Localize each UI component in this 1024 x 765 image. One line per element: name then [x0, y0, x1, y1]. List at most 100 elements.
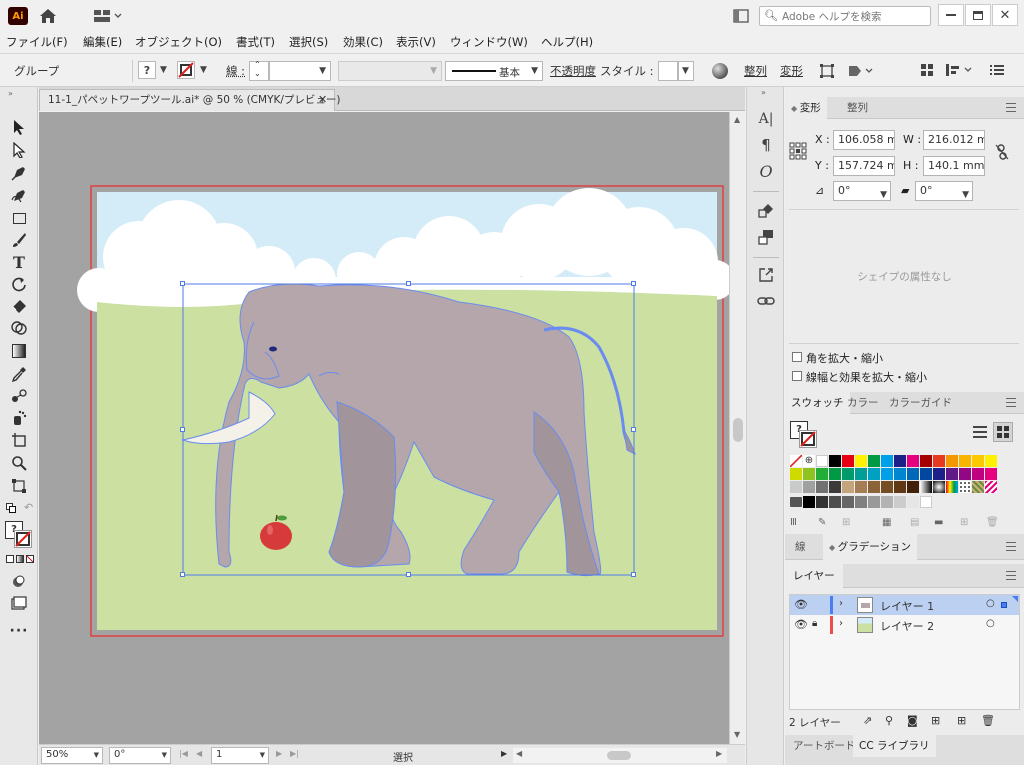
- swatch-violet[interactable]: [933, 468, 945, 480]
- swatch-group-gray-70[interactable]: [829, 496, 841, 508]
- asset-export-panel-icon[interactable]: [756, 227, 776, 247]
- chevron-down-icon[interactable]: ▼: [962, 186, 969, 200]
- create-new-layer-icon[interactable]: ⊞: [957, 714, 966, 727]
- arrange-documents-icon[interactable]: [732, 8, 750, 24]
- swatch-cobalt[interactable]: [894, 468, 906, 480]
- workspace-switcher-icon[interactable]: [90, 8, 126, 24]
- swatch-pattern-dots[interactable]: [959, 481, 971, 493]
- horizontal-scrollbar[interactable]: ◀ ▶: [513, 748, 727, 763]
- swatch-registration[interactable]: ⊕: [803, 455, 815, 467]
- chevron-down-icon[interactable]: ▼: [260, 751, 265, 759]
- swatch-white[interactable]: [816, 455, 828, 467]
- menu-window[interactable]: ウィンドウ(W): [450, 32, 528, 52]
- rectangle-tool-icon[interactable]: [8, 208, 30, 228]
- tab-color-guide[interactable]: カラーガイド: [883, 392, 958, 414]
- x-position-input[interactable]: 106.058 m: [833, 130, 895, 150]
- tab-align[interactable]: 整列: [841, 97, 874, 119]
- menu-file[interactable]: ファイル(F): [6, 32, 68, 52]
- tab-transform[interactable]: ◆ 変形: [785, 97, 827, 119]
- swatch-group-gray-20[interactable]: [894, 496, 906, 508]
- stroke-weight-stepper[interactable]: ⌃ ⌄: [249, 60, 269, 81]
- distribute-options-icon[interactable]: [944, 63, 976, 77]
- layer-row[interactable]: 👁︎ 🔒︎ › レイヤー 2 ○: [790, 615, 1019, 635]
- lock-icon[interactable]: 🔒︎: [812, 618, 817, 629]
- expand-layer-icon[interactable]: ›: [839, 618, 843, 629]
- swatch-group-white[interactable]: [920, 496, 932, 508]
- swap-fill-stroke-icon[interactable]: ↶: [24, 501, 33, 514]
- swatch-plum[interactable]: [959, 468, 971, 480]
- panel-menu-icon[interactable]: [990, 64, 1004, 76]
- fill-swatch[interactable]: ?: [138, 61, 156, 79]
- swatch-pattern-flowers[interactable]: [985, 481, 997, 493]
- tab-artboards[interactable]: アートボード: [787, 735, 861, 757]
- stepper-up-icon[interactable]: ⌃: [254, 60, 261, 69]
- scroll-left-icon[interactable]: ◀: [516, 749, 522, 758]
- height-input[interactable]: 140.1 mm: [923, 156, 985, 176]
- bbox-handle-n[interactable]: [406, 281, 411, 286]
- panel-menu-icon[interactable]: [1006, 571, 1016, 580]
- chevron-down-icon[interactable]: ▼: [682, 66, 689, 76]
- screen-mode-icon[interactable]: [8, 593, 30, 613]
- document-tab[interactable]: 11-1_パペットワープツール.ai* @ 50 % (CMYK/プレビュー) …: [39, 89, 341, 111]
- swatch-tan[interactable]: [842, 481, 854, 493]
- swatch-gradient-rainbow[interactable]: [946, 481, 958, 493]
- swatch-teal[interactable]: [842, 468, 854, 480]
- scroll-right-icon[interactable]: ▶: [716, 749, 722, 758]
- swatch-pattern-leaves[interactable]: [972, 481, 984, 493]
- menu-type[interactable]: 書式(T): [236, 32, 275, 52]
- menu-help[interactable]: ヘルプ(H): [541, 32, 593, 52]
- bbox-handle-sw[interactable]: [180, 572, 185, 577]
- swatch-lemon[interactable]: [985, 455, 997, 467]
- visibility-eye-icon[interactable]: 👁︎: [794, 618, 808, 631]
- paragraph-panel-icon[interactable]: ¶: [756, 135, 776, 155]
- swatch-indigo[interactable]: [920, 468, 932, 480]
- swatch-group-black[interactable]: [803, 496, 815, 508]
- swatch-green[interactable]: [868, 455, 880, 467]
- chevron-down-icon[interactable]: ▼: [880, 186, 887, 200]
- swatch-orange[interactable]: [946, 455, 958, 467]
- swatch-gray[interactable]: [803, 481, 815, 493]
- layer-name[interactable]: レイヤー 2: [880, 618, 934, 634]
- swatch-charcoal[interactable]: [829, 481, 841, 493]
- layer-row[interactable]: 👁︎ › レイヤー 1 ○: [790, 595, 1019, 615]
- reference-point-icon[interactable]: [789, 142, 807, 160]
- next-artboard-icon[interactable]: ▶: [276, 749, 282, 758]
- swatch-red-orange[interactable]: [933, 455, 945, 467]
- brush-definition-select[interactable]: 基本 ▼: [445, 61, 543, 81]
- home-icon[interactable]: [36, 6, 60, 26]
- gradient-tool-icon[interactable]: [8, 341, 30, 361]
- expand-layer-icon[interactable]: ›: [839, 598, 843, 609]
- paintbrush-tool-icon[interactable]: [8, 230, 30, 250]
- swatch-libraries-icon[interactable]: Ⅲ: [790, 517, 797, 528]
- swatch-yellow-green[interactable]: [790, 468, 802, 480]
- eyedropper-tool-icon[interactable]: [8, 364, 30, 384]
- previous-artboard-icon[interactable]: ◀: [196, 749, 202, 758]
- menu-effect[interactable]: 効果(C): [343, 32, 383, 52]
- swatch-light-orange[interactable]: [959, 455, 971, 467]
- minimize-button[interactable]: [938, 4, 964, 26]
- tab-swatches[interactable]: スウォッチ: [785, 392, 850, 414]
- swatch-aqua[interactable]: [855, 468, 867, 480]
- target-circle-icon[interactable]: ○: [986, 618, 995, 629]
- new-color-group-icon[interactable]: ▦: [882, 517, 891, 528]
- artboard-number-select[interactable]: 1 ▼: [211, 747, 269, 764]
- tab-layers[interactable]: レイヤー: [785, 564, 843, 588]
- recolor-artwork-icon[interactable]: [712, 63, 728, 79]
- color-group-folder-icon[interactable]: ▤: [910, 517, 919, 528]
- panel-menu-icon[interactable]: [1006, 398, 1016, 407]
- tab-gradient[interactable]: ◆ グラデーション: [823, 534, 917, 560]
- fill-dropdown-icon[interactable]: ▼: [160, 65, 167, 75]
- stroke-dropdown-icon[interactable]: ▼: [200, 65, 207, 75]
- swatch-sky-blue[interactable]: [881, 468, 893, 480]
- character-panel-icon[interactable]: A|: [756, 109, 776, 129]
- artwork[interactable]: [39, 112, 729, 744]
- target-circle-icon[interactable]: ○: [986, 598, 995, 609]
- stroke-swatch[interactable]: [177, 61, 195, 79]
- make-clipping-mask-icon[interactable]: ◙: [907, 714, 918, 727]
- close-tab-icon[interactable]: ✕: [318, 90, 327, 110]
- panel-collapse-icon[interactable]: »: [8, 89, 13, 98]
- symbols-panel-icon[interactable]: [756, 201, 776, 221]
- swatch-gradient-bw[interactable]: [920, 481, 932, 493]
- swatch-grid[interactable]: ⊕: [789, 454, 1008, 513]
- swatch-magenta[interactable]: [907, 455, 919, 467]
